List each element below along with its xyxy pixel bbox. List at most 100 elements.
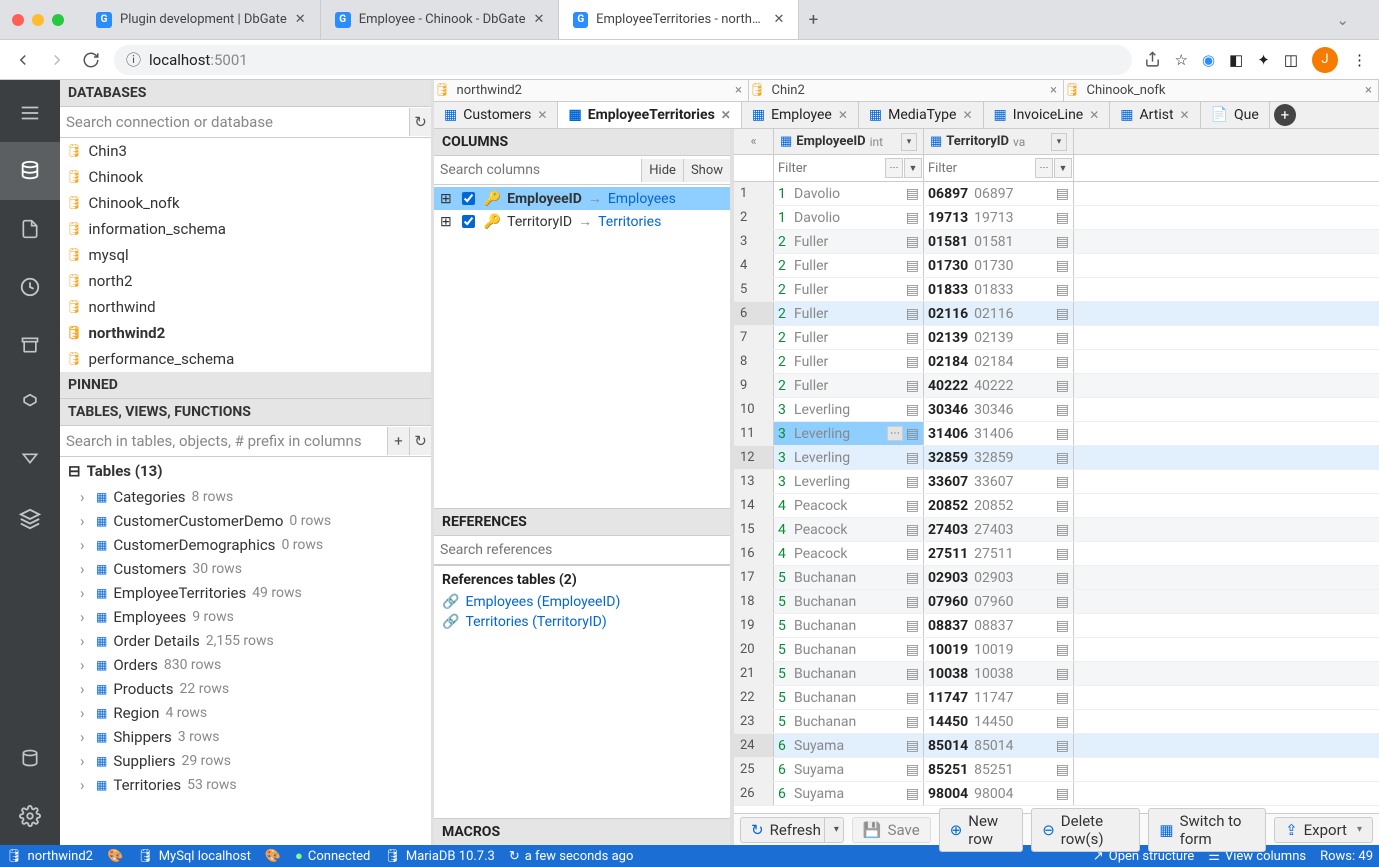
grid-cell[interactable]: 5Buchanan▤	[774, 662, 924, 685]
row-number[interactable]: 2	[734, 206, 774, 229]
document-tab[interactable]: ▦Employee✕	[742, 102, 859, 128]
form-icon[interactable]: ▤	[906, 354, 919, 370]
row-number[interactable]: 6	[734, 302, 774, 325]
delete-rows-button[interactable]: ⊖Delete row(s)	[1031, 808, 1140, 852]
form-icon[interactable]: ▤	[906, 402, 919, 418]
menu-icon[interactable]	[0, 84, 60, 142]
grid-row[interactable]: 19 5Buchanan▤ 0883708837▤	[734, 614, 1379, 638]
grid-row[interactable]: 4 2Fuller▤ 0173001730▤	[734, 254, 1379, 278]
grid-cell[interactable]: 3034630346▤	[924, 398, 1074, 421]
row-number[interactable]: 7	[734, 326, 774, 349]
grid-row[interactable]: 7 2Fuller▤ 0213902139▤	[734, 326, 1379, 350]
grid-cell[interactable]: 2740327403▤	[924, 518, 1074, 541]
switch-to-form-button[interactable]: ▦Switch to form	[1148, 808, 1266, 852]
grid-row[interactable]: 23 5Buchanan▤ 1445014450▤	[734, 710, 1379, 734]
references-search-input[interactable]	[434, 536, 730, 565]
grid-cell[interactable]: 3360733607▤	[924, 470, 1074, 493]
filter-input[interactable]	[774, 157, 885, 180]
grid-cell[interactable]: 1003810038▤	[924, 662, 1074, 685]
database-item[interactable]: 🛢northwind	[60, 294, 431, 320]
close-icon[interactable]: ×	[1365, 83, 1378, 98]
chevron-right-icon[interactable]: ›	[80, 632, 90, 650]
grid-cell[interactable]: 0173001730▤	[924, 254, 1074, 277]
close-icon[interactable]: ×	[735, 83, 748, 98]
chevron-down-icon[interactable]: ⌄	[1336, 11, 1379, 29]
filter-menu-icon[interactable]: ⋯	[1035, 158, 1053, 178]
row-number[interactable]: 12	[734, 446, 774, 469]
grid-row[interactable]: 3 2Fuller▤ 0158101581▤	[734, 230, 1379, 254]
grid-cell[interactable]: 2Fuller▤	[774, 278, 924, 301]
grid-row[interactable]: 2 1Davolio▤ 1971319713▤	[734, 206, 1379, 230]
form-icon[interactable]: ▤	[906, 786, 919, 802]
form-icon[interactable]: ▤	[906, 378, 919, 394]
form-icon[interactable]: ▤	[1056, 762, 1069, 778]
form-icon[interactable]: ▤	[1056, 378, 1069, 394]
history-icon[interactable]	[0, 258, 60, 316]
server-icon[interactable]	[0, 729, 60, 787]
more-icon[interactable]: ⋮	[1352, 51, 1367, 69]
url-bar[interactable]: ⓘ localhost:5001	[114, 45, 1132, 75]
grid-row[interactable]: 24 6Suyama▤ 8501485014▤	[734, 734, 1379, 758]
grid-cell[interactable]: 4Peacock▤	[774, 494, 924, 517]
grid-cell[interactable]: 2Fuller▤	[774, 374, 924, 397]
grid-cell[interactable]: 1445014450▤	[924, 710, 1074, 733]
close-icon[interactable]: ✕	[721, 108, 731, 122]
grid-row[interactable]: 1 1Davolio▤ 0689706897▤	[734, 182, 1379, 206]
grid-row[interactable]: 5 2Fuller▤ 0183301833▤	[734, 278, 1379, 302]
chrome-tab[interactable]: GPlugin development | DbGate✕	[82, 0, 321, 39]
show-button[interactable]: Show	[683, 159, 730, 182]
form-icon[interactable]: ▤	[906, 642, 919, 658]
add-object-icon[interactable]: +	[387, 427, 409, 455]
window-maximize-icon[interactable]	[52, 14, 64, 26]
add-tab-button[interactable]: +	[1274, 104, 1296, 126]
funnel-icon[interactable]: ▼	[1054, 158, 1072, 178]
form-icon[interactable]: ▤	[1056, 498, 1069, 514]
reference-link[interactable]: 🔗Territories (TerritoryID)	[442, 612, 722, 632]
document-tab[interactable]: ▦InvoiceLine✕	[984, 102, 1111, 128]
row-number[interactable]: 24	[734, 734, 774, 757]
row-number[interactable]: 8	[734, 350, 774, 373]
form-icon[interactable]: ▤	[1056, 714, 1069, 730]
document-tab[interactable]: ▦Customers✕	[434, 102, 558, 128]
puzzle-icon[interactable]: ✦	[1257, 51, 1270, 69]
database-item[interactable]: 🛢Chinook	[60, 164, 431, 190]
form-icon[interactable]: ▤	[1056, 474, 1069, 490]
form-icon[interactable]: ▤	[1056, 546, 1069, 562]
status-connection[interactable]: 🛢 MySql localhost	[137, 849, 251, 864]
filter-input[interactable]	[924, 157, 1035, 180]
share-icon[interactable]	[1144, 51, 1161, 68]
back-button[interactable]	[6, 43, 40, 77]
form-icon[interactable]: ▤	[1056, 642, 1069, 658]
table-item[interactable]: ›▦CustomerDemographics 0 rows	[60, 533, 431, 557]
form-icon[interactable]: ▤	[906, 546, 919, 562]
chrome-tab[interactable]: GEmployeeTerritories - northwin…✕	[559, 0, 799, 39]
grid-cell[interactable]: 0689706897▤	[924, 182, 1074, 205]
window-minimize-icon[interactable]	[32, 14, 44, 26]
grid-cell[interactable]: 5Buchanan▤	[774, 566, 924, 589]
row-number[interactable]: 13	[734, 470, 774, 493]
grid-row[interactable]: 10 3Leverling▤ 3034630346▤	[734, 398, 1379, 422]
database-icon[interactable]	[0, 142, 60, 200]
grid-row[interactable]: 15 4Peacock▤ 2740327403▤	[734, 518, 1379, 542]
row-number[interactable]: 20	[734, 638, 774, 661]
database-item[interactable]: 🛢Chinook_nofk	[60, 190, 431, 216]
status-theme-icon[interactable]: 🎨	[107, 849, 123, 864]
grid-cell[interactable]: 0158101581▤	[924, 230, 1074, 253]
funnel-icon[interactable]: ▼	[904, 158, 922, 178]
grid-cell[interactable]: 0218402184▤	[924, 350, 1074, 373]
dropdown-icon[interactable]: ▾	[1051, 133, 1067, 151]
dropdown-icon[interactable]: ▾	[901, 133, 917, 151]
grid-cell[interactable]: 2Fuller▤	[774, 302, 924, 325]
new-row-button[interactable]: ⊕New row	[939, 808, 1024, 852]
grid-cell[interactable]: 8525185251▤	[924, 758, 1074, 781]
grid-cell[interactable]: 2Fuller▤	[774, 230, 924, 253]
grid-cell[interactable]: 3Leverling▤	[774, 398, 924, 421]
row-number[interactable]: 11	[734, 422, 774, 445]
chevron-right-icon[interactable]: ›	[80, 704, 90, 722]
chevron-right-icon[interactable]: ›	[80, 560, 90, 578]
form-icon[interactable]: ▤	[906, 762, 919, 778]
row-number[interactable]: 16	[734, 542, 774, 565]
chevron-right-icon[interactable]: ›	[80, 680, 90, 698]
table-item[interactable]: ›▦Employees 9 rows	[60, 605, 431, 629]
row-number[interactable]: 25	[734, 758, 774, 781]
